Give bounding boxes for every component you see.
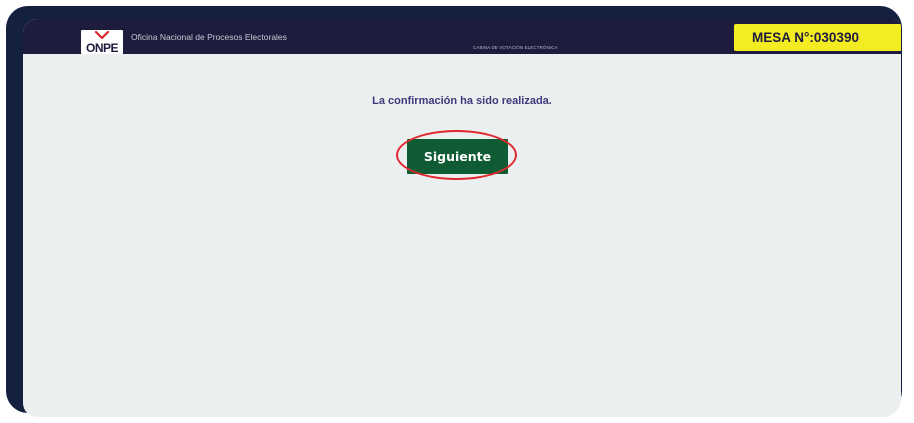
header-bar: ONPE Oficina Nacional de Procesos Electo… [23,19,901,55]
mesa-label: MESA N°: [752,30,814,45]
mesa-badge: MESA N°:030390 [734,24,901,51]
logo-text: ONPE [85,41,119,55]
mesa-number: 030390 [813,30,859,45]
voting-screen: ONPE Oficina Nacional de Procesos Electo… [23,19,901,417]
device-frame: ONPE Oficina Nacional de Procesos Electo… [6,6,902,417]
ballot-icon [94,31,110,40]
organization-name: Oficina Nacional de Procesos Electorales [131,32,287,42]
onpe-logo: ONPE [81,30,123,55]
confirmation-message: La confirmación ha sido realizada. [372,95,552,107]
next-button[interactable]: Siguiente [407,139,508,174]
header-subtitle: CABINA DE VOTACIÓN ELECTRÓNICA [473,45,558,50]
